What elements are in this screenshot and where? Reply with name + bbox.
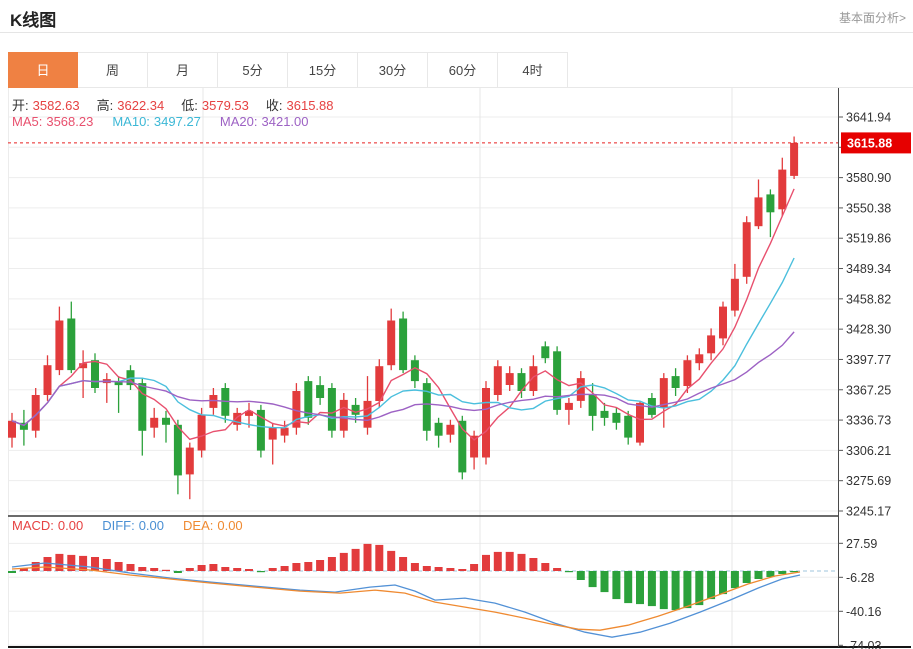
open-label: 开: — [12, 98, 29, 113]
svg-text:3519.86: 3519.86 — [846, 232, 891, 246]
kline-widget: 3641.94 3580.90 3550.38 3519.86 3489.34 3458.… — [0, 0, 913, 649]
svg-text:3580.90: 3580.90 — [846, 171, 891, 185]
widget-header: K线图 基本面分析> — [0, 0, 913, 33]
diff-line — [12, 563, 800, 637]
svg-text:-40.16: -40.16 — [846, 605, 881, 619]
low-label: 低: — [181, 98, 198, 113]
tab-4hour[interactable]: 4时 — [498, 52, 568, 88]
tab-15min[interactable]: 15分 — [288, 52, 358, 88]
gridlines — [8, 88, 838, 647]
tab-60min[interactable]: 60分 — [428, 52, 498, 88]
tab-week[interactable]: 周 — [78, 52, 148, 88]
tab-day[interactable]: 日 — [8, 52, 78, 88]
macd-value: 0.00 — [58, 518, 83, 533]
svg-text:-74.03: -74.03 — [846, 639, 881, 649]
ohlc-row: 开: 3582.63 高:3622.34 低: 3579.53 收: 3615.88 — [12, 95, 351, 114]
macd-label: MACD: — [12, 518, 54, 533]
high-label: 高: — [97, 98, 114, 113]
low-value: 3579.53 — [202, 98, 249, 113]
svg-text:3615.88: 3615.88 — [847, 136, 892, 150]
ma-legend-row: MA5: 3568.23 MA10: 3497.27 MA20: 3421.00 — [12, 114, 309, 129]
ma20-label: MA20: — [220, 114, 258, 129]
dea-label: DEA: — [183, 518, 213, 533]
svg-text:3367.25: 3367.25 — [846, 383, 891, 397]
ma5-value: 3568.23 — [46, 114, 93, 129]
macd-indicator-lines — [12, 563, 800, 637]
diff-value: 0.00 — [139, 518, 164, 533]
ma10-label: MA10: — [112, 114, 150, 129]
y-axis: 3641.94 3580.90 3550.38 3519.86 3489.34 3458.… — [8, 88, 911, 649]
current-price-badge: 3615.88 — [841, 132, 911, 153]
svg-text:3275.69: 3275.69 — [846, 474, 891, 488]
tab-5min[interactable]: 5分 — [218, 52, 288, 88]
ma10-value: 3497.27 — [154, 114, 201, 129]
svg-text:3550.38: 3550.38 — [846, 201, 891, 215]
dea-line — [12, 567, 800, 630]
close-value: 3615.88 — [287, 98, 334, 113]
svg-text:3306.21: 3306.21 — [846, 444, 891, 458]
tab-month[interactable]: 月 — [148, 52, 218, 88]
svg-text:3397.77: 3397.77 — [846, 353, 891, 367]
macd-legend-row: MACD: 0.00 DIFF: 0.00 DEA: 0.00 — [12, 518, 243, 533]
svg-text:3336.73: 3336.73 — [846, 414, 891, 428]
period-tabbar: 日 周 月 5分 15分 30分 60分 4时 — [8, 52, 913, 88]
fundamental-analysis-link[interactable]: 基本面分析> — [839, 9, 906, 26]
svg-text:3641.94: 3641.94 — [846, 111, 891, 125]
svg-text:3458.82: 3458.82 — [846, 292, 891, 306]
diff-label: DIFF: — [102, 518, 135, 533]
svg-text:27.59: 27.59 — [846, 537, 877, 551]
candlestick-series — [8, 137, 798, 500]
svg-text:3489.34: 3489.34 — [846, 262, 891, 276]
close-label: 收: — [266, 98, 283, 113]
dea-value: 0.00 — [217, 518, 242, 533]
svg-text:3245.17: 3245.17 — [846, 504, 891, 518]
svg-text:-6.28: -6.28 — [846, 571, 875, 585]
ma20-value: 3421.00 — [262, 114, 309, 129]
high-value: 3622.34 — [117, 98, 164, 113]
ma5-label: MA5: — [12, 114, 42, 129]
open-value: 3582.63 — [33, 98, 80, 113]
tab-30min[interactable]: 30分 — [358, 52, 428, 88]
svg-text:3428.30: 3428.30 — [846, 323, 891, 337]
page-title: K线图 — [10, 6, 56, 31]
